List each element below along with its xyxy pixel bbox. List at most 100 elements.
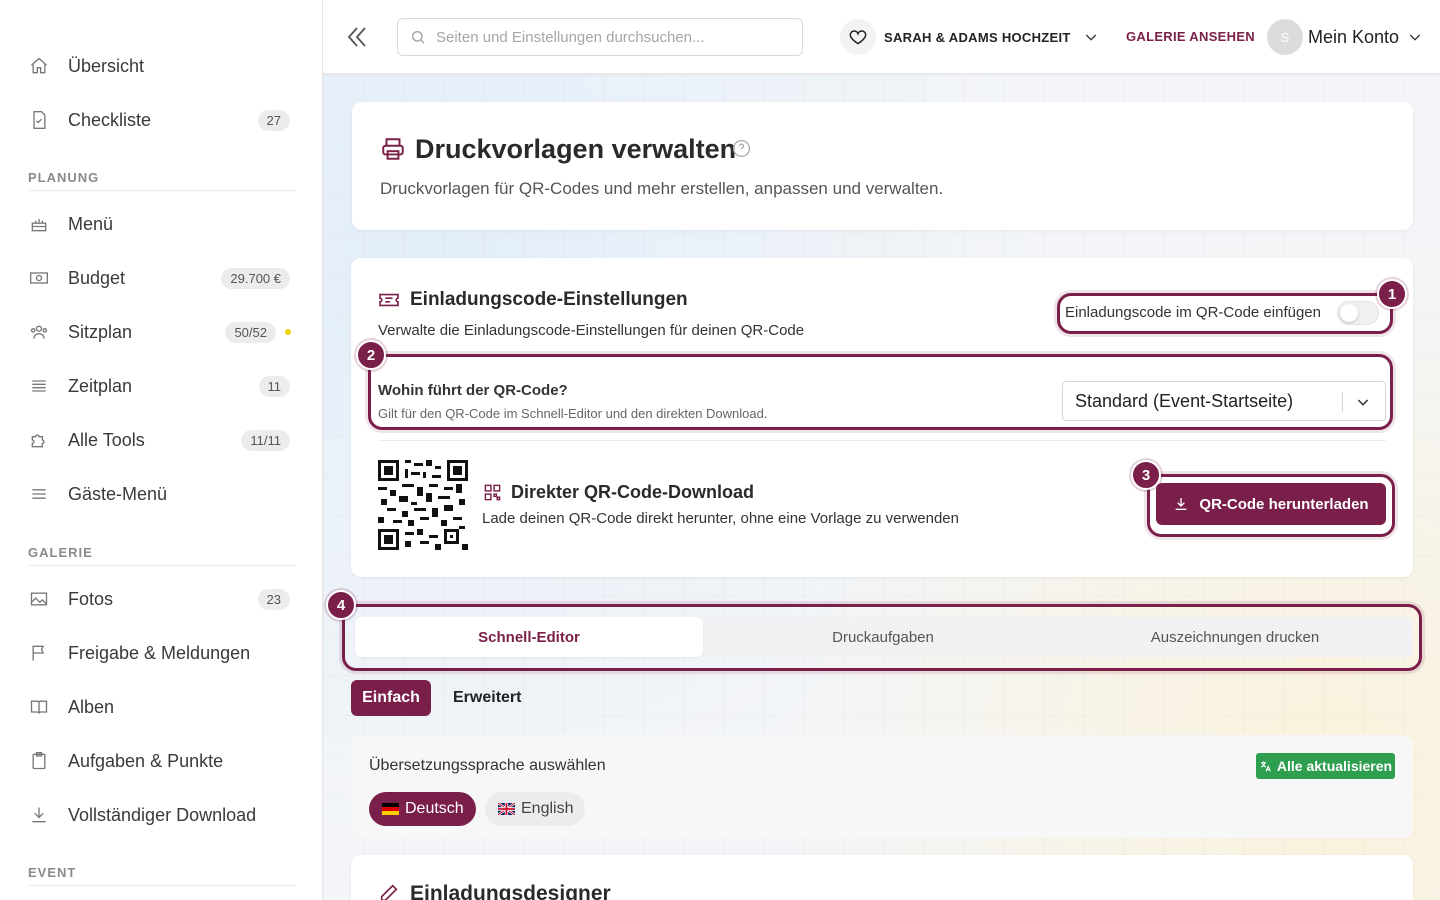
direct-download-subtitle: Lade deinen QR-Code direkt herunter, ohn… xyxy=(482,510,959,527)
status-dot xyxy=(285,329,291,335)
menu-lines-icon xyxy=(28,483,50,505)
callout-badge-2: 2 xyxy=(356,340,386,370)
schedule-icon xyxy=(28,375,50,397)
sidebar-item-sitzplan[interactable]: Sitzplan 50/52 xyxy=(28,314,291,350)
avatar: S xyxy=(1267,19,1303,55)
qr-target-select[interactable]: Standard (Event-Startseite) xyxy=(1062,381,1386,421)
sidebar-item-alle-tools[interactable]: Alle Tools 11/11 xyxy=(28,422,290,458)
include-code-label: Einladungscode im QR-Code einfügen xyxy=(1065,304,1321,321)
page-title: Druckvorlagen verwalten xyxy=(415,134,737,164)
include-code-toggle[interactable] xyxy=(1337,301,1379,325)
download-icon xyxy=(28,804,50,826)
search-input[interactable] xyxy=(436,28,776,46)
qr-code-preview xyxy=(378,460,468,550)
search-icon xyxy=(412,31,425,44)
lang-deutsch-pill[interactable]: Deutsch xyxy=(369,792,476,826)
download-qr-button[interactable]: QR-Code herunterladen xyxy=(1156,483,1386,525)
home-icon xyxy=(28,55,50,77)
edit-icon xyxy=(380,884,398,900)
sidebar-item-label: Übersicht xyxy=(68,55,145,76)
cake-icon xyxy=(28,213,50,235)
sidebar: Übersicht Checkliste 27 PLANUNG Menü Bud… xyxy=(0,0,323,900)
callout-badge-1: 1 xyxy=(1377,279,1407,309)
page-subtitle: Druckvorlagen für QR-Codes und mehr erst… xyxy=(380,179,944,198)
count-badge: 11/11 xyxy=(241,429,290,451)
sidebar-item-label: Budget xyxy=(68,267,126,288)
mode-simple-button[interactable]: Einfach xyxy=(351,680,431,716)
lang-label: English xyxy=(521,800,574,817)
topbar: SARAH & ADAMS HOCHZEIT GALERIE ANSEHEN S… xyxy=(323,0,1440,74)
german-flag-icon xyxy=(382,803,399,815)
sidebar-item-uebersicht[interactable]: Übersicht xyxy=(28,48,290,84)
sidebar-item-budget[interactable]: Budget 29.700 € xyxy=(28,260,290,296)
sidebar-item-zeitplan[interactable]: Zeitplan 11 xyxy=(28,368,290,404)
sidebar-item-label: Alle Tools xyxy=(68,429,145,450)
download-qr-label: QR-Code herunterladen xyxy=(1199,495,1369,513)
book-icon xyxy=(28,696,50,718)
money-icon xyxy=(28,267,50,289)
event-selector[interactable]: SARAH & ADAMS HOCHZEIT xyxy=(840,19,1099,55)
lang-english-pill[interactable]: English xyxy=(485,792,585,826)
chevron-down-icon xyxy=(1085,34,1096,41)
count-badge: 11 xyxy=(258,375,290,397)
callout-badge-3: 3 xyxy=(1131,460,1161,490)
update-all-label: Alle aktualisieren xyxy=(1276,758,1393,774)
section-label-galerie: GALERIE xyxy=(28,545,93,560)
download-icon xyxy=(1176,498,1187,510)
sidebar-item-label: Aufgaben & Punkte xyxy=(68,750,224,771)
divider xyxy=(28,565,296,566)
select-divider xyxy=(1342,392,1343,412)
puzzle-icon xyxy=(28,429,50,451)
count-badge: 23 xyxy=(257,588,290,610)
update-all-button[interactable]: Alle aktualisieren xyxy=(1256,753,1395,779)
help-icon[interactable] xyxy=(732,139,751,158)
count-badge: 29.700 € xyxy=(221,267,290,289)
divider xyxy=(378,440,1386,441)
account-label: Mein Konto xyxy=(1308,26,1400,47)
sidebar-item-download[interactable]: Vollständiger Download xyxy=(28,797,290,833)
sidebar-item-alben[interactable]: Alben xyxy=(28,689,290,725)
image-icon xyxy=(28,588,50,610)
page-header-card: Druckvorlagen verwalten Druckvorlagen fü… xyxy=(352,102,1413,230)
clipboard-icon xyxy=(28,750,50,772)
qr-icon xyxy=(484,484,501,501)
sidebar-item-checkliste[interactable]: Checkliste 27 xyxy=(28,102,290,138)
toggle-knob xyxy=(1340,304,1358,322)
qr-target-value: Standard (Event-Startseite) xyxy=(1075,390,1294,411)
sidebar-item-label: Alben xyxy=(68,696,115,717)
translation-label: Übersetzungssprache auswählen xyxy=(369,757,606,774)
divider xyxy=(28,885,296,886)
ticket-icon xyxy=(379,293,399,307)
sidebar-item-fotos[interactable]: Fotos 23 xyxy=(28,581,290,617)
flag-icon xyxy=(28,642,50,664)
sidebar-item-label: Fotos xyxy=(68,588,114,609)
sidebar-item-label: Vollständiger Download xyxy=(68,804,257,825)
sidebar-item-freigabe[interactable]: Freigabe & Meldungen xyxy=(28,635,290,671)
divider xyxy=(28,190,296,191)
search-box[interactable] xyxy=(397,18,803,56)
chevron-down-icon xyxy=(1357,399,1369,406)
callout-tabs-highlight xyxy=(342,604,1422,671)
chevron-down-icon xyxy=(1409,34,1421,41)
count-badge: 27 xyxy=(257,109,290,131)
sidebar-item-label: Freigabe & Meldungen xyxy=(68,642,251,663)
collapse-sidebar-button[interactable] xyxy=(345,23,371,51)
view-gallery-link[interactable]: GALERIE ANSEHEN xyxy=(1126,29,1255,44)
sidebar-item-gaeste-menu[interactable]: Gäste-Menü xyxy=(28,476,290,512)
double-chevron-left-icon xyxy=(347,27,366,47)
section-label-planung: PLANUNG xyxy=(28,170,100,185)
sidebar-item-aufgaben[interactable]: Aufgaben & Punkte xyxy=(28,743,290,779)
mode-advanced-button[interactable]: Erweitert xyxy=(453,689,521,707)
direct-download-title: Direkter QR-Code-Download xyxy=(511,482,755,502)
account-menu[interactable]: S Mein Konto xyxy=(1267,19,1423,55)
heart-icon xyxy=(840,19,876,55)
invite-settings-title: Einladungscode-Einstellungen xyxy=(410,289,688,310)
sidebar-item-label: Gäste-Menü xyxy=(68,483,168,504)
invite-settings-subtitle: Verwalte die Einladungscode-Einstellunge… xyxy=(378,322,805,339)
designer-title: Einladungsdesigner xyxy=(410,882,611,900)
sidebar-item-label: Zeitplan xyxy=(68,375,133,396)
sidebar-item-menu[interactable]: Menü xyxy=(28,206,290,242)
callout-badge-4: 4 xyxy=(326,590,356,620)
sidebar-item-label: Sitzplan xyxy=(68,321,133,342)
uk-flag-icon xyxy=(498,803,515,815)
